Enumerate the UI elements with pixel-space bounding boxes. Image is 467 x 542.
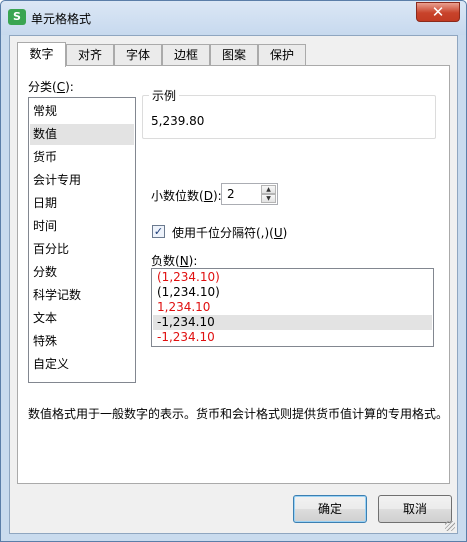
sample-value: 5,239.80	[151, 114, 205, 128]
tab-protection[interactable]: 保护	[258, 44, 306, 66]
decimal-places-label: 小数位数(D):	[151, 189, 222, 203]
category-item-text[interactable]: 文本	[30, 308, 134, 329]
stepper-up-icon[interactable]: ▲	[261, 185, 276, 194]
negative-option-4[interactable]: -1,234.10	[153, 315, 432, 330]
dialog-body: 数字 对齐 字体 边框 图案 保护 分类(C): 常规 数值 货币 会计专用 日…	[9, 35, 458, 534]
negative-option-1[interactable]: (1,234.10)	[153, 270, 432, 285]
category-item-general[interactable]: 常规	[30, 101, 134, 122]
category-item-accounting[interactable]: 会计专用	[30, 170, 134, 191]
thousands-separator-checkbox[interactable]: ✓	[152, 225, 165, 238]
negative-option-2[interactable]: (1,234.10)	[153, 285, 432, 300]
ok-button[interactable]: 确定	[293, 495, 367, 523]
tab-alignment[interactable]: 对齐	[66, 44, 114, 66]
resize-grip-icon[interactable]	[445, 521, 455, 531]
category-item-scientific[interactable]: 科学记数	[30, 285, 134, 306]
category-item-number[interactable]: 数值	[30, 124, 134, 145]
sample-group: 示例 5,239.80	[142, 87, 436, 139]
negative-numbers-label: 负数(N):	[151, 254, 198, 268]
format-cells-dialog: S 单元格格式 ✕ 数字 对齐 字体 边框 图案 保护 分类(C): 常规 数值…	[0, 0, 467, 542]
category-label: 分类(C):	[28, 80, 74, 94]
category-list[interactable]: 常规 数值 货币 会计专用 日期 时间 百分比 分数 科学记数 文本 特殊 自定…	[28, 97, 136, 383]
title-bar[interactable]: S 单元格格式 ✕	[1, 1, 466, 35]
decimal-places-value[interactable]: 2	[227, 187, 235, 201]
dialog-title: 单元格格式	[31, 12, 92, 26]
category-item-fraction[interactable]: 分数	[30, 262, 134, 283]
format-description: 数值格式用于一般数字的表示。货币和会计格式则提供货币值计算的专用格式。	[28, 407, 449, 421]
negative-option-5[interactable]: -1,234.10	[153, 330, 432, 345]
close-icon: ✕	[431, 3, 445, 21]
thousands-separator-label[interactable]: 使用千位分隔符(,)(U)	[172, 224, 287, 241]
category-item-time[interactable]: 时间	[30, 216, 134, 237]
category-item-percentage[interactable]: 百分比	[30, 239, 134, 260]
tab-font[interactable]: 字体	[114, 44, 162, 66]
tab-number[interactable]: 数字	[17, 42, 66, 67]
tab-border[interactable]: 边框	[162, 44, 210, 66]
category-item-date[interactable]: 日期	[30, 193, 134, 214]
number-tab-panel: 分类(C): 常规 数值 货币 会计专用 日期 时间 百分比 分数 科学记数 文…	[17, 65, 450, 484]
category-item-currency[interactable]: 货币	[30, 147, 134, 168]
negative-numbers-list[interactable]: (1,234.10) (1,234.10) 1,234.10 -1,234.10…	[151, 268, 434, 347]
stepper-down-icon[interactable]: ▼	[261, 194, 276, 203]
close-button[interactable]: ✕	[416, 2, 460, 22]
wps-spreadsheet-icon: S	[8, 9, 26, 25]
sample-title: 示例	[149, 87, 180, 104]
tab-pattern[interactable]: 图案	[210, 44, 258, 66]
category-item-special[interactable]: 特殊	[30, 331, 134, 352]
negative-option-3[interactable]: 1,234.10	[153, 300, 432, 315]
category-item-custom[interactable]: 自定义	[30, 354, 134, 375]
checkmark-icon: ✓	[153, 225, 164, 238]
stepper-buttons: ▲ ▼	[261, 185, 276, 203]
cancel-button[interactable]: 取消	[378, 495, 452, 523]
decimal-places-stepper[interactable]: 2 ▲ ▼	[221, 183, 278, 205]
